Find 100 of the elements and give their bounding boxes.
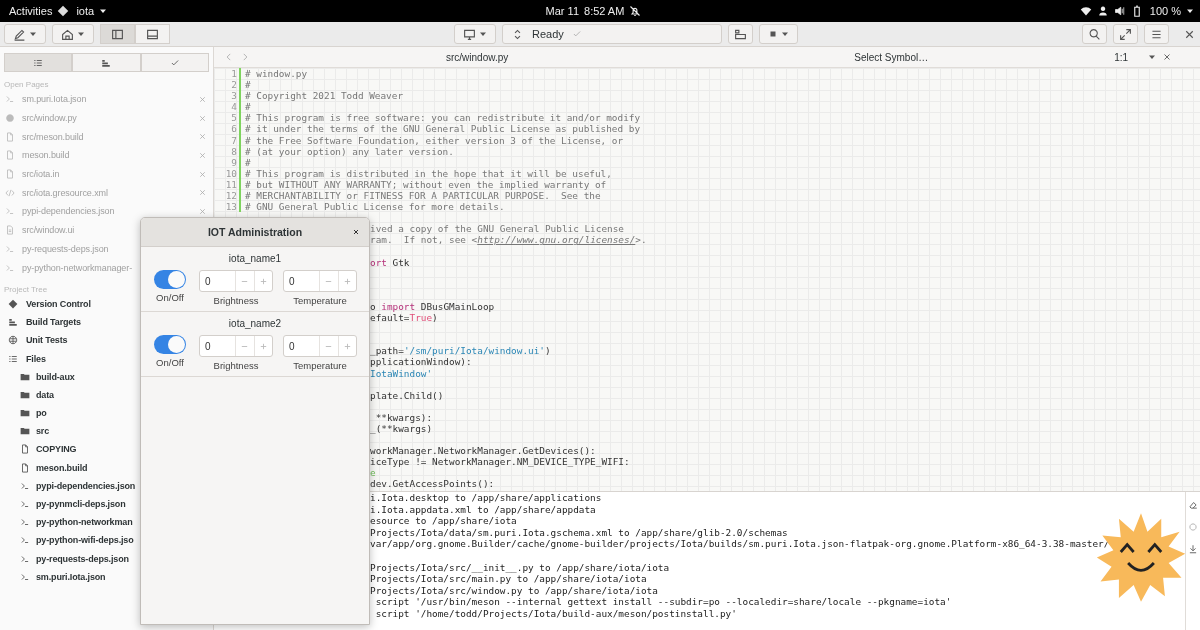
- code-line: #: [244, 156, 251, 168]
- page-name: src/window.py: [22, 113, 78, 124]
- code-line: # it under the terms of the GNU General Public License as published by: [244, 123, 641, 135]
- terminal-line: Projects/Iota/src/window.py to /app/share/iota/iota: [370, 584, 659, 597]
- terminal-line: script '/home/todd/Projects/Iota/build-aux/meson/postinstall.py': [374, 607, 738, 620]
- line-number: 6: [214, 123, 241, 135]
- control-label: Brightness: [213, 360, 259, 371]
- tree-label: pypi-dependencies.json: [36, 480, 136, 491]
- spin-button[interactable]: 0: [199, 270, 273, 292]
- control-label: Temperature: [293, 360, 347, 371]
- page-name: sm.puri.Iota.json: [22, 94, 88, 105]
- page-name: py-requests-deps.json: [22, 243, 110, 254]
- tree-label: COPYING: [36, 444, 77, 455]
- clock-text: 8:52 AM: [584, 5, 625, 17]
- terminal-line: var/app/org.gnome.Builder/cache/gnome-builder/projects/Iota/builds/sm.puri.Iota.json-flatpak-org.gnome.Platform-x86_64-3.38-master/: [370, 538, 1111, 550]
- line-number: 7: [214, 134, 241, 146]
- control-label: Temperature: [293, 295, 347, 306]
- page-name: src/meson.build: [22, 131, 85, 142]
- number-field[interactable]: 0: [284, 336, 319, 356]
- tree-item[interactable]: meson.build: [0, 458, 213, 477]
- code-line: workManager.NetworkManager.GetDevices():: [369, 445, 596, 457]
- spin-button[interactable]: 0: [199, 335, 273, 357]
- tree-label: py-requests-deps.json: [36, 553, 129, 564]
- line-number: 12: [214, 190, 241, 202]
- terminal-line: Projects/Iota/data/sm.puri.Iota.gschema.xml to /app/share/glib-2.0/schemas: [370, 526, 789, 539]
- tree-item[interactable]: py-python-networkman: [0, 513, 213, 532]
- tree-label: po: [36, 408, 47, 419]
- build-status-text: Ready: [532, 28, 564, 40]
- spin-button[interactable]: 0: [283, 335, 357, 357]
- terminal-line: esource to /app/share/iota: [370, 515, 518, 527]
- build-status-bar[interactable]: Ready: [502, 24, 722, 44]
- code-line: ort Gtk: [369, 256, 410, 268]
- code-line: # (at your option) any later version.: [244, 145, 454, 157]
- page-name: src/iota.gresource.xml: [22, 187, 109, 198]
- tree-item[interactable]: build-aux: [0, 367, 213, 386]
- line-number: 5: [214, 112, 241, 124]
- code-line: # GNU General Public License for more details.: [244, 201, 505, 213]
- tree-label: Build Targets: [26, 317, 81, 328]
- code-line: IotaWindow': [369, 367, 433, 379]
- tree-label: py-python-networkman: [36, 517, 133, 528]
- tree-item[interactable]: pypi-dependencies.json: [0, 476, 213, 495]
- code-line: # This program is distributed in the hope that it will be useful,: [244, 167, 612, 179]
- code-line: # Copyright 2021 Todd Weaver: [244, 90, 404, 102]
- tree-item[interactable]: src: [0, 422, 213, 441]
- tree-item[interactable]: py-python-wifi-deps.jso: [0, 531, 213, 550]
- tree-label: data: [36, 389, 54, 400]
- code-line: plate.Child(): [369, 389, 444, 401]
- dialog-title: IOT Administration: [207, 226, 303, 238]
- terminal-line: script '/usr/bin/meson --internal gettext install --subdir=po --localedir=share/locale --pkgname=iota': [374, 596, 953, 608]
- tree-item[interactable]: Build Targets: [0, 313, 213, 332]
- line-number: 3: [214, 90, 241, 102]
- tree-item[interactable]: py-pynmcli-deps.json: [0, 494, 213, 514]
- control-label: Brightness: [213, 295, 259, 306]
- code-line: ram. If not, see <http://www.gnu.org/licenses/>.: [369, 234, 647, 246]
- page-name: py-python-networkmanager-: [22, 262, 134, 273]
- tree-label: Version Control: [26, 298, 91, 309]
- device-name: iota_name1: [227, 253, 283, 264]
- code-line: dev.GetAccessPoints():: [369, 478, 495, 490]
- code-line: #: [244, 79, 251, 91]
- number-field[interactable]: 0: [200, 336, 235, 356]
- switch-label: On/Off: [156, 292, 184, 303]
- code-line: _(**kwargs): [369, 423, 433, 435]
- line-number: 10: [214, 167, 241, 179]
- code-line: efault=True): [369, 312, 438, 324]
- page-name: src/window.ui: [22, 225, 76, 236]
- tree-label: src: [36, 426, 50, 437]
- tree-item[interactable]: sm.puri.Iota.json: [0, 567, 213, 586]
- line-number: 9: [214, 156, 241, 168]
- tree-item[interactable]: data: [0, 385, 213, 404]
- tree-label: Files: [26, 353, 46, 364]
- tree-label: build-aux: [36, 371, 75, 382]
- code-line: ived a copy of the GNU General Public License: [369, 223, 624, 235]
- line-number: 8: [214, 145, 241, 157]
- tree-label: sm.puri.Iota.json: [36, 571, 106, 582]
- terminal-line: Projects/Iota/src/main.py to /app/share/iota/iota: [370, 573, 648, 585]
- activities-button[interactable]: Activities: [9, 5, 53, 17]
- code-line: # window.py: [244, 68, 308, 80]
- code-line: #: [244, 101, 251, 113]
- code-line: **kwargs):: [374, 411, 433, 423]
- battery-percentage: 100 %: [1149, 5, 1181, 17]
- code-line: pplicationWindow):: [369, 356, 472, 368]
- terminal-line: i.Iota.appdata.xml to /app/share/appdata: [370, 503, 597, 516]
- device-name: iota_name2: [227, 318, 283, 329]
- app-menu[interactable]: iota: [76, 5, 95, 17]
- tree-item[interactable]: COPYING: [0, 440, 213, 459]
- tree-item[interactable]: py-requests-deps.json: [0, 549, 213, 568]
- cursor-position: 1:1: [1114, 51, 1129, 63]
- tree-label: py-pynmcli-deps.json: [36, 499, 126, 510]
- tree-item[interactable]: po: [0, 404, 213, 423]
- date-text: Mar 11: [545, 5, 579, 17]
- code-line: e: [369, 467, 376, 479]
- number-field[interactable]: 0: [284, 271, 319, 291]
- symbol-selector[interactable]: Select Symbol…: [854, 51, 929, 63]
- code-line: # the Free Software Foundation, either version 3 of the License, or: [244, 134, 624, 146]
- terminal-line: i.Iota.desktop to /app/share/applications: [370, 492, 603, 504]
- spin-button[interactable]: 0: [283, 270, 357, 292]
- code-line: iceType != NetworkManager.NM_DEVICE_TYPE_WIFI:: [369, 456, 630, 468]
- line-number: 13: [214, 201, 241, 213]
- code-line: # This program is free software: you can redistribute it and/or modify: [244, 112, 641, 124]
- switch-label: On/Off: [156, 357, 184, 368]
